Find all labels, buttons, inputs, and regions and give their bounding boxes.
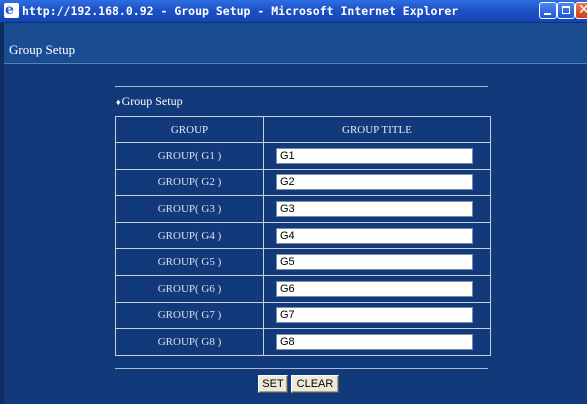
browser-window: e http://192.168.0.92 - Group Setup - Mi… <box>0 0 587 404</box>
group-title-cell <box>263 274 491 303</box>
group-title-cell <box>263 142 491 170</box>
group-title-cell <box>263 301 491 330</box>
set-button[interactable]: SET <box>258 375 288 393</box>
group-label: GROUP( G4 ) <box>115 221 264 250</box>
title-bar[interactable]: e http://192.168.0.92 - Group Setup - Mi… <box>0 0 587 23</box>
diamond-icon: ♦ <box>116 97 121 107</box>
page-header: Group Setup <box>4 23 587 63</box>
group-title-cell <box>263 328 491 356</box>
table-row: GROUP( G3 ) <box>115 195 491 223</box>
group-title-cell <box>263 221 491 250</box>
page-content: Group Setup ♦Group Setup GROUP GROUP TIT… <box>4 23 587 404</box>
group-title-cell <box>263 248 491 276</box>
section-divider-bottom <box>115 368 488 369</box>
group-label: GROUP( G2 ) <box>115 168 264 197</box>
table-row: GROUP( G1 ) <box>115 142 491 170</box>
column-header-group-title: GROUP TITLE <box>263 116 491 143</box>
group-title-input-g3[interactable] <box>276 200 473 217</box>
table-row: GROUP( G8 ) <box>115 328 491 356</box>
section-divider-top <box>115 86 488 87</box>
group-label: GROUP( G6 ) <box>115 274 264 303</box>
group-title-input-g2[interactable] <box>276 174 473 191</box>
ie-icon: e <box>4 2 19 18</box>
minimize-icon <box>544 13 551 15</box>
section-title-text: Group Setup <box>121 94 183 108</box>
group-label: GROUP( G8 ) <box>115 328 264 356</box>
window-title: http://192.168.0.92 - Group Setup - Micr… <box>22 4 459 18</box>
group-title-input-g6[interactable] <box>276 280 473 297</box>
close-button[interactable]: ✕ <box>575 2 587 19</box>
section-title: ♦Group Setup <box>116 94 183 109</box>
page-title: Group Setup <box>9 42 76 57</box>
group-title-input-g4[interactable] <box>276 227 473 244</box>
group-label: GROUP( G5 ) <box>115 248 264 276</box>
group-title-input-g5[interactable] <box>276 254 473 271</box>
table-row: GROUP( G7 ) <box>115 301 491 330</box>
group-title-cell <box>263 195 491 223</box>
maximize-icon <box>562 6 570 14</box>
header-divider <box>4 63 587 64</box>
group-table: GROUP GROUP TITLE GROUP( G1 ) GROUP( G2 … <box>115 116 491 356</box>
group-label: GROUP( G1 ) <box>115 142 264 170</box>
close-icon: ✕ <box>578 2 587 18</box>
table-header-row: GROUP GROUP TITLE <box>115 116 491 143</box>
maximize-button[interactable] <box>557 2 575 19</box>
table-row: GROUP( G5 ) <box>115 248 491 276</box>
minimize-button[interactable] <box>539 2 557 19</box>
group-title-input-g8[interactable] <box>276 333 473 350</box>
group-title-input-g1[interactable] <box>276 147 473 164</box>
table-row: GROUP( G4 ) <box>115 221 491 250</box>
group-label: GROUP( G3 ) <box>115 195 264 223</box>
group-title-cell <box>263 168 491 197</box>
column-header-group: GROUP <box>115 116 264 143</box>
group-label: GROUP( G7 ) <box>115 301 264 330</box>
table-row: GROUP( G6 ) <box>115 274 491 303</box>
clear-button[interactable]: CLEAR <box>291 375 339 393</box>
group-title-input-g7[interactable] <box>276 307 473 324</box>
table-row: GROUP( G2 ) <box>115 168 491 197</box>
